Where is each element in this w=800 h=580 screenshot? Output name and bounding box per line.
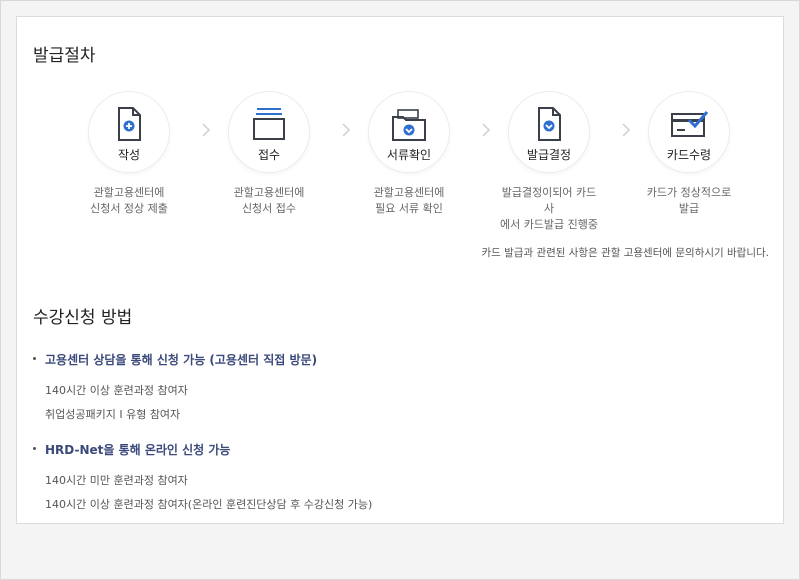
step-description: 발급결정이되어 카드사 에서 카드발급 진행중 (499, 186, 599, 231)
document-check-icon (538, 107, 561, 141)
method-title: 고용센터 상담을 통해 신청 가능 (고용센터 직접 방문) (33, 351, 773, 368)
enrollment-method-title: 수강신청 방법 (33, 308, 133, 328)
method-block: HRD-Net을 통해 온라인 신청 가능 140시간 미만 훈련과정 참여자 … (33, 441, 773, 512)
step-circle: 작성 (88, 91, 170, 173)
folder-check-icon (392, 109, 426, 141)
chevron-right-icon (202, 123, 211, 137)
issuance-steps: 작성 관할고용센터에 신청서 정상 제출 접수 관할고용센터에 신청서 접수 서… (79, 91, 739, 241)
step-description: 관할고용센터에 필요 서류 확인 (373, 186, 445, 215)
document-plus-icon (118, 107, 141, 141)
stacked-tray-icon (253, 108, 285, 140)
issuance-procedure-title: 발급절차 (33, 46, 96, 66)
method-item: 140시간 이상 훈련과정 참여자(온라인 훈련진단상담 후 수강신청 가능) (45, 498, 373, 511)
content-panel: 발급절차 작성 관할고용센터에 신청서 정상 제출 접수 관할고용센터에 신청서… (16, 16, 784, 524)
step-circle: 발급결정 (508, 91, 590, 173)
chevron-right-icon (342, 123, 351, 137)
step-description: 관할고용센터에 신청서 접수 (233, 186, 305, 215)
step-title: 작성 (117, 148, 141, 162)
notice-text: 카드 발급과 관련된 사항은 관할 고용센터에 문의하시기 바랍니다. (481, 247, 769, 259)
step-title: 발급결정 (526, 148, 572, 162)
card-check-icon (671, 111, 709, 137)
step-circle: 서류확인 (368, 91, 450, 173)
step-title: 서류확인 (386, 148, 432, 162)
step-description: 관할고용센터에 신청서 정상 제출 (90, 186, 168, 215)
method-item: 140시간 미만 훈련과정 참여자 (45, 474, 188, 487)
step-issuance-decision: 발급결정 발급결정이되어 카드사 에서 카드발급 진행중 (499, 91, 599, 233)
method-title: HRD-Net을 통해 온라인 신청 가능 (33, 441, 773, 458)
chevron-right-icon (622, 123, 631, 137)
step-receive: 접수 관할고용센터에 신청서 접수 (219, 91, 319, 217)
method-block: 고용센터 상담을 통해 신청 가능 (고용센터 직접 방문) 140시간 이상 … (33, 351, 773, 422)
method-item: 취업성공패키지 Ⅰ 유형 참여자 (45, 408, 181, 421)
step-description: 카드가 정상적으로 발급 (646, 186, 732, 215)
step-title: 카드수령 (666, 148, 712, 162)
method-item: 140시간 이상 훈련과정 참여자 (45, 384, 188, 397)
step-circle: 접수 (228, 91, 310, 173)
step-write: 작성 관할고용센터에 신청서 정상 제출 (79, 91, 179, 217)
step-document-check: 서류확인 관할고용센터에 필요 서류 확인 (359, 91, 459, 217)
chevron-right-icon (482, 123, 491, 137)
step-circle: 카드수령 (648, 91, 730, 173)
step-card-receipt: 카드수령 카드가 정상적으로 발급 (639, 91, 739, 217)
step-title: 접수 (257, 148, 281, 162)
